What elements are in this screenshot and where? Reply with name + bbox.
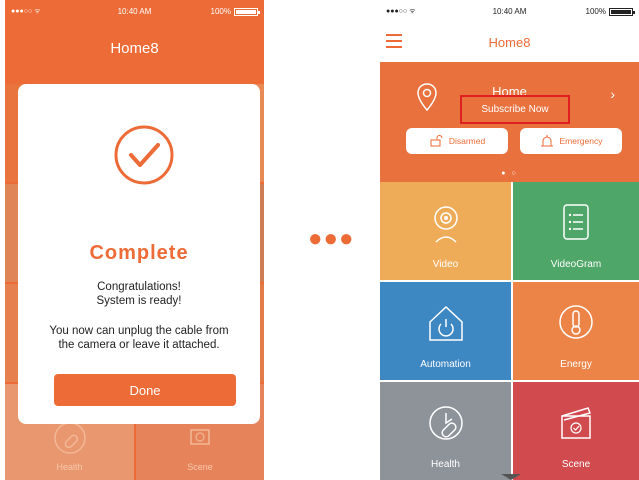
- dialog-message-line: Congratulations!: [97, 281, 181, 293]
- emergency-label: Emergency: [559, 136, 603, 146]
- tile-label: Video: [432, 259, 459, 270]
- tile-label: VideoGram: [550, 259, 602, 270]
- unlock-icon: [430, 135, 443, 147]
- right-phone-screen: ●●●○○ ᯤ 10:40 AM 100% Home8 Home Subscri…: [380, 0, 639, 480]
- dialog-title: Complete: [89, 242, 189, 264]
- disarmed-button[interactable]: Disarmed: [406, 128, 508, 154]
- left-phone-screen: ●●●○○ ᯤ 10:40 AM 100% Home8 Health Scene…: [5, 0, 264, 480]
- tile-label: Scene: [561, 459, 591, 470]
- battery-percent: 100%: [585, 7, 606, 16]
- battery-icon: [609, 7, 635, 16]
- status-bar: ●●●○○ ᯤ 10:40 AM 100%: [5, 0, 264, 22]
- dialog-detail-line: You now can unplug the cable from: [49, 325, 229, 337]
- camera-icon: [433, 206, 458, 243]
- tile-automation[interactable]: Automation: [380, 282, 511, 380]
- location-header: Home Subscribe Now › Disarmed Emergency …: [380, 62, 639, 182]
- scene-icon: [190, 429, 210, 445]
- dialog-message-line: System is ready!: [96, 295, 182, 307]
- background-label-health: Health: [56, 462, 83, 472]
- app-title: Home8: [488, 35, 531, 50]
- tile-label: Energy: [560, 359, 592, 370]
- list-document-icon: [563, 204, 589, 240]
- tile-label: Health: [431, 459, 460, 470]
- status-bar: ●●●○○ ᯤ 10:40 AM 100%: [380, 0, 639, 22]
- tile-video[interactable]: Video: [380, 182, 511, 280]
- dialog-message: Congratulations! System is ready!: [18, 280, 260, 308]
- health-icon: [53, 422, 86, 454]
- tile-energy[interactable]: Energy: [513, 282, 639, 380]
- battery-icon: [234, 7, 260, 16]
- home-power-icon: [428, 305, 463, 341]
- dialog-detail: You now can unplug the cable from the ca…: [18, 324, 260, 352]
- emergency-button[interactable]: Emergency: [520, 128, 622, 154]
- done-button[interactable]: Done: [54, 374, 236, 406]
- tile-scene[interactable]: Scene: [513, 382, 639, 480]
- chevron-right-icon[interactable]: ›: [610, 86, 615, 102]
- app-title: Home8: [110, 40, 159, 57]
- thermometer-icon: [559, 305, 593, 339]
- checkmark-circle-icon: [114, 125, 174, 185]
- page-indicator: ● ○: [501, 170, 518, 177]
- background-label-scene: Scene: [187, 462, 213, 472]
- page: ●●●○○ ᯤ 10:40 AM 100% Home8 Health Scene…: [0, 0, 639, 480]
- ellipsis-separator: ●●●: [308, 225, 355, 252]
- nav-bar: Home8: [380, 22, 639, 62]
- tile-label: Automation: [420, 359, 471, 370]
- setup-complete-dialog: Complete Congratulations! System is read…: [18, 84, 260, 424]
- tile-health[interactable]: Health: [380, 382, 511, 480]
- clapperboard-icon: [561, 407, 592, 439]
- dialog-detail-line: the camera or leave it attached.: [58, 339, 220, 351]
- battery-status: 100%: [210, 7, 260, 16]
- siren-icon: [540, 135, 553, 147]
- tile-videogram[interactable]: VideoGram: [513, 182, 639, 280]
- battery-status: 100%: [585, 7, 635, 16]
- battery-percent: 100%: [210, 7, 231, 16]
- disarmed-label: Disarmed: [448, 136, 486, 146]
- subscribe-now-button[interactable]: Subscribe Now: [460, 95, 570, 124]
- health-icon: [428, 406, 463, 440]
